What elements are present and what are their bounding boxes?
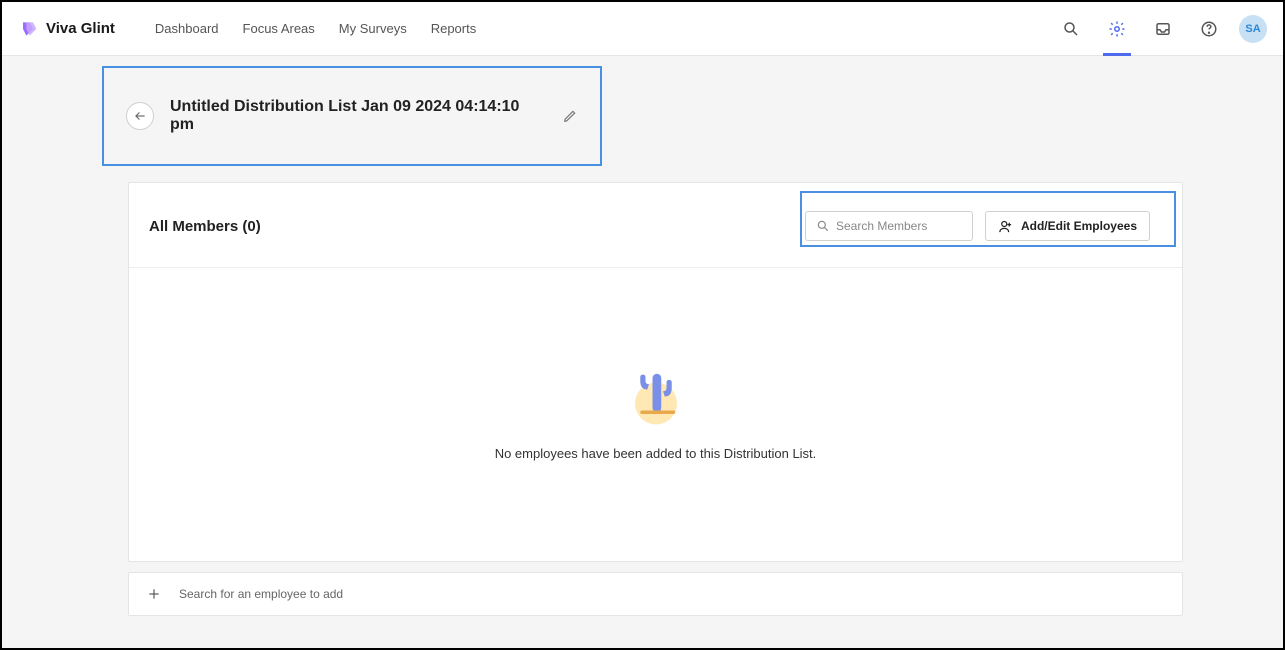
nav-reports[interactable]: Reports: [431, 21, 477, 36]
members-card-header: All Members (0): [129, 183, 1182, 268]
add-edit-employees-button[interactable]: Add/Edit Employees: [985, 211, 1150, 241]
content-area: Untitled Distribution List Jan 09 2024 0…: [2, 56, 1283, 648]
members-card: All Members (0): [128, 182, 1183, 562]
brand[interactable]: Viva Glint: [18, 19, 115, 39]
search-members-input-wrapper[interactable]: [805, 211, 973, 241]
plus-icon: [147, 587, 161, 601]
help-icon[interactable]: [1193, 13, 1225, 45]
nav-focus-areas[interactable]: Focus Areas: [243, 21, 315, 36]
empty-message: No employees have been added to this Dis…: [495, 446, 817, 461]
gear-icon[interactable]: [1101, 13, 1133, 45]
add-employee-footer[interactable]: Search for an employee to add: [128, 572, 1183, 616]
add-edit-label: Add/Edit Employees: [1021, 219, 1137, 233]
search-icon: [816, 219, 830, 233]
cactus-icon: [621, 358, 691, 428]
brand-logo-icon: [18, 19, 38, 39]
page-title: Untitled Distribution List Jan 09 2024 0…: [170, 98, 544, 134]
search-members-input[interactable]: [836, 219, 962, 233]
empty-state: No employees have been added to this Dis…: [129, 268, 1182, 561]
inbox-icon[interactable]: [1147, 13, 1179, 45]
primary-nav: Dashboard Focus Areas My Surveys Reports: [155, 21, 476, 36]
person-add-icon: [998, 219, 1013, 234]
nav-my-surveys[interactable]: My Surveys: [339, 21, 407, 36]
members-heading: All Members (0): [149, 218, 261, 235]
title-bar: Untitled Distribution List Jan 09 2024 0…: [102, 66, 602, 166]
brand-name: Viva Glint: [46, 20, 115, 37]
nav-dashboard[interactable]: Dashboard: [155, 21, 219, 36]
user-avatar[interactable]: SA: [1239, 15, 1267, 43]
app-header: Viva Glint Dashboard Focus Areas My Surv…: [2, 2, 1283, 56]
header-actions: SA: [1055, 13, 1267, 45]
search-icon[interactable]: [1055, 13, 1087, 45]
edit-pencil-icon[interactable]: [560, 106, 580, 126]
members-header-actions: Add/Edit Employees: [793, 201, 1162, 251]
footer-hint: Search for an employee to add: [179, 587, 343, 601]
back-button[interactable]: [126, 102, 154, 130]
